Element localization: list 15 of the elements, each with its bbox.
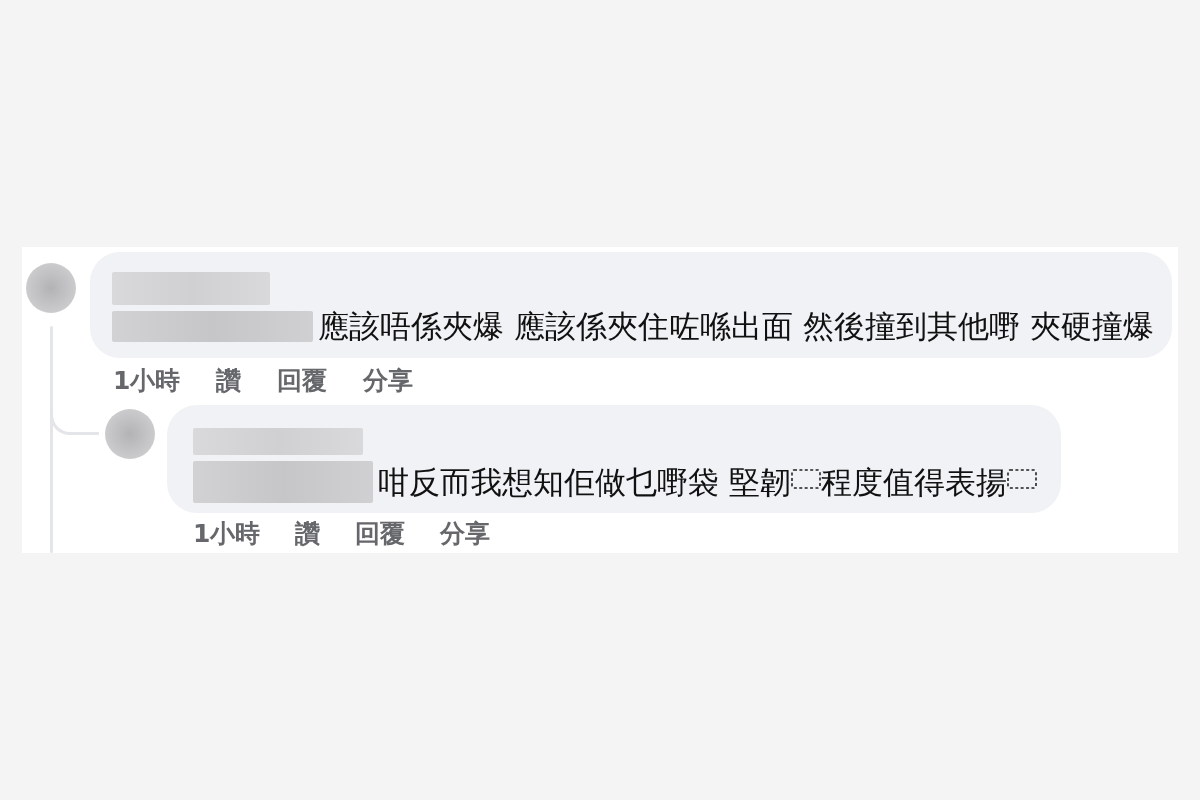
action-link[interactable]: 分享 bbox=[440, 516, 491, 550]
timestamp-link[interactable]: 1小時 bbox=[193, 516, 261, 550]
action-link[interactable]: 分享 bbox=[363, 363, 414, 397]
placeholder-box-icon bbox=[1006, 469, 1037, 489]
comment-text: 咁反而我想知佢做乜嘢袋 堅韌 bbox=[378, 466, 791, 498]
placeholder-box-icon bbox=[790, 469, 821, 489]
action-link[interactable]: 讚 bbox=[216, 363, 242, 397]
avatar-placeholder bbox=[105, 409, 155, 459]
comment-text: 程度值得表揚 bbox=[820, 466, 1007, 498]
action-link[interactable]: 回覆 bbox=[355, 516, 406, 550]
comment-text: 應該唔係夾爆 應該係夾住咗喺出面 然後撞到其他嘢 夾硬撞爆 bbox=[318, 311, 1154, 342]
avatar-placeholder bbox=[26, 263, 76, 313]
action-link[interactable]: 回覆 bbox=[277, 363, 328, 397]
timestamp-link[interactable]: 1小時 bbox=[113, 363, 181, 397]
action-link[interactable]: 讚 bbox=[295, 516, 321, 550]
